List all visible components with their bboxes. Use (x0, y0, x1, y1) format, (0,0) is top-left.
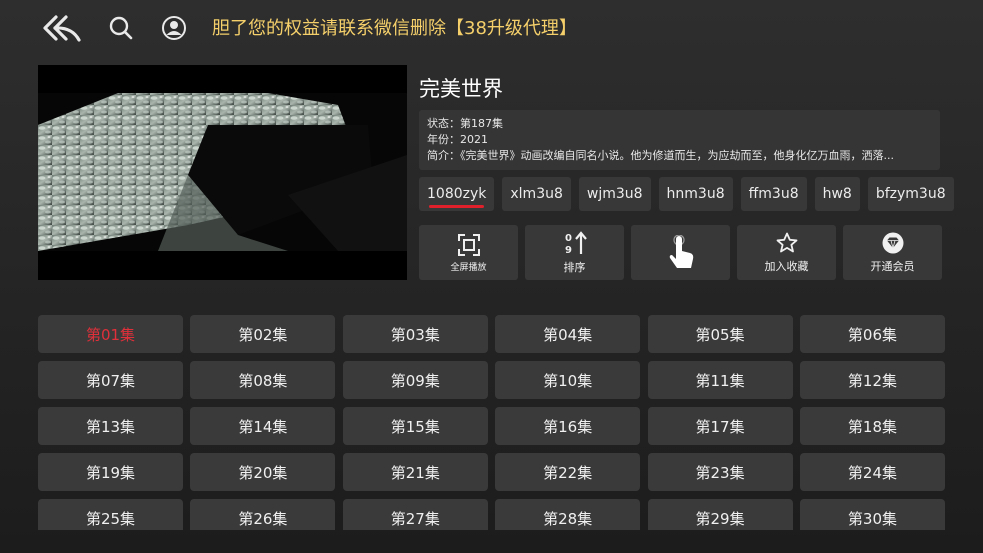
source-tab[interactable]: 1080zyk (419, 177, 495, 211)
user-button[interactable] (156, 10, 192, 46)
sort-icon: 0 9 (565, 231, 587, 256)
favorite-button[interactable]: 加入收藏 (737, 225, 836, 280)
episode-button[interactable]: 第17集 (647, 407, 793, 445)
episode-button[interactable]: 第24集 (799, 453, 945, 491)
fullscreen-icon (457, 233, 480, 256)
episode-button[interactable]: 第23集 (647, 453, 793, 491)
episode-button[interactable]: 第19集 (38, 453, 183, 491)
episode-button[interactable]: 第06集 (799, 315, 945, 353)
episode-button[interactable]: 第07集 (38, 361, 183, 399)
source-tab[interactable]: hnm3u8 (658, 177, 733, 211)
source-tab[interactable]: hw8 (814, 177, 860, 211)
sort-label: 排序 (563, 261, 586, 274)
episode-button[interactable]: 第02集 (190, 315, 336, 353)
intro-text: 简介：《完美世界》动画改编自同名小说。他为修道而生，为应劫而至，他身化亿万血雨，… (427, 149, 894, 162)
episode-button[interactable]: 第14集 (190, 407, 336, 445)
info-panel: 状态：第187集 年份：2021 简介：《完美世界》动画改编自同名小说。他为修道… (419, 110, 940, 170)
notice-marquee: 胆了您的权益请联系微信删除【38升级代理】 (212, 18, 577, 39)
search-button[interactable] (103, 10, 139, 46)
source-tab[interactable]: ffm3u8 (740, 177, 807, 211)
episode-button[interactable]: 第04集 (495, 315, 641, 353)
back-button[interactable] (42, 10, 82, 46)
source-tab[interactable]: wjm3u8 (578, 177, 651, 211)
vip-diamond-icon (882, 232, 903, 254)
vip-button[interactable]: 开通会员 (843, 225, 942, 280)
star-icon (776, 232, 797, 253)
year-text: 年份：2021 (427, 133, 488, 146)
user-icon (162, 16, 186, 40)
status-text: 状态：第187集 (427, 117, 503, 130)
episode-button[interactable]: 第08集 (190, 361, 336, 399)
episode-button[interactable]: 第09集 (342, 361, 488, 399)
episode-button[interactable]: 第28集 (495, 499, 641, 530)
episode-button[interactable]: 第29集 (647, 499, 793, 530)
episode-button[interactable]: 第27集 (342, 499, 488, 530)
episode-button[interactable]: 第26集 (190, 499, 336, 530)
search-icon (109, 16, 133, 40)
favorite-label: 加入收藏 (764, 260, 809, 273)
fullscreen-label: 全屏播放 (450, 262, 487, 273)
vip-label: 开通会员 (870, 260, 915, 273)
sort-button[interactable]: 0 9 排序 (525, 225, 624, 280)
fullscreen-button[interactable]: 全屏播放 (419, 225, 518, 280)
tap-button[interactable] (631, 225, 730, 280)
episode-button[interactable]: 第15集 (342, 407, 488, 445)
source-list: 1080zyk xlm3u8 wjm3u8 hnm3u8 ffm3u8 hw8 … (419, 177, 954, 211)
back-icon (43, 15, 81, 42)
episode-button[interactable]: 第12集 (799, 361, 945, 399)
episode-button[interactable]: 第30集 (799, 499, 945, 530)
video-frame-image (38, 65, 407, 280)
action-bar: 全屏播放 0 9 排序 加入收藏 开通会员 (419, 225, 942, 280)
source-tab[interactable]: xlm3u8 (502, 177, 571, 211)
episode-grid: 第01集 第02集 第03集 第04集 第05集 第06集第07集 第08集 第09集 第10集… (38, 315, 945, 530)
show-title: 完美世界 (419, 77, 503, 101)
svg-text:0: 0 (565, 233, 572, 244)
episode-button[interactable]: 第03集 (342, 315, 488, 353)
episode-button[interactable]: 第25集 (38, 499, 183, 530)
episode-button[interactable]: 第11集 (647, 361, 793, 399)
episode-button[interactable]: 第13集 (38, 407, 183, 445)
video-player[interactable] (38, 65, 407, 280)
episode-button[interactable]: 第05集 (647, 315, 793, 353)
episode-button[interactable]: 第16集 (495, 407, 641, 445)
source-tab[interactable]: bfzym3u8 (867, 177, 954, 211)
top-bar: 胆了您的权益请联系微信删除【38升级代理】 (0, 0, 983, 56)
episode-button[interactable]: 第18集 (799, 407, 945, 445)
episode-button[interactable]: 第20集 (190, 453, 336, 491)
episode-button[interactable]: 第22集 (495, 453, 641, 491)
episode-button[interactable]: 第10集 (495, 361, 641, 399)
episode-button[interactable]: 第21集 (342, 453, 488, 491)
tap-hand-icon (669, 234, 693, 268)
svg-text:9: 9 (565, 245, 572, 256)
episode-button[interactable]: 第01集 (38, 315, 183, 353)
